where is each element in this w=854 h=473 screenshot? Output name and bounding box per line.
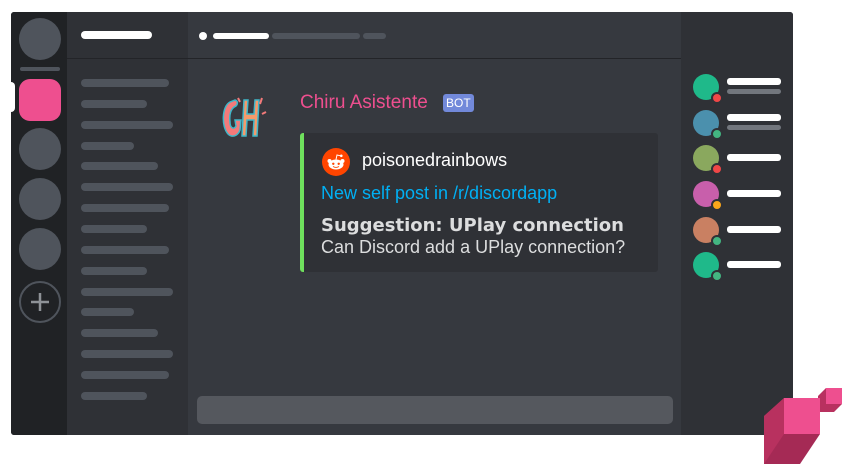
channel-topic-placeholder <box>363 33 386 39</box>
reddit-embed: poisonedrainbows New self post in /r/dis… <box>300 133 658 272</box>
message-input[interactable] <box>197 396 673 424</box>
server-header[interactable] <box>67 12 188 59</box>
server-name-placeholder <box>81 31 152 39</box>
plus-icon <box>31 293 49 311</box>
embed-description: Can Discord add a UPlay connection? <box>321 237 626 257</box>
member-list <box>681 12 793 435</box>
channel-item[interactable] <box>81 79 169 87</box>
channel-item[interactable] <box>81 329 158 337</box>
decorative-cubes-icon <box>764 388 842 464</box>
member-name-placeholder <box>727 226 781 233</box>
status-dnd-icon <box>711 163 723 175</box>
channel-item[interactable] <box>81 246 169 254</box>
bot-avatar[interactable] <box>218 90 272 144</box>
channel-topic-placeholder <box>272 33 360 39</box>
channel-item[interactable] <box>81 204 169 212</box>
member-name-placeholder <box>727 114 781 121</box>
status-dnd-icon <box>711 92 723 104</box>
member-activity-placeholder <box>727 89 781 94</box>
message-username[interactable]: Chiru Asistente <box>300 92 428 114</box>
discord-window: Chiru Asistente BOT poisonedrainbows New… <box>11 12 793 435</box>
active-server-indicator <box>11 82 15 112</box>
channel-header <box>188 12 681 59</box>
member-name-placeholder <box>727 154 781 161</box>
member-name-placeholder <box>727 261 781 268</box>
channel-item[interactable] <box>81 392 147 400</box>
channel-item[interactable] <box>81 288 173 296</box>
channel-item[interactable] <box>81 142 134 150</box>
server-icon-home[interactable] <box>19 18 61 60</box>
channel-item[interactable] <box>81 183 173 191</box>
member-name-placeholder <box>727 190 781 197</box>
bot-badge: BOT <box>443 94 474 112</box>
add-server-icon[interactable] <box>19 281 61 323</box>
embed-title: Suggestion: UPlay connection <box>321 215 624 236</box>
reddit-icon <box>322 148 350 176</box>
channel-item[interactable] <box>81 350 173 358</box>
channel-item[interactable] <box>81 100 147 108</box>
embed-link[interactable]: New self post in /r/discordapp <box>321 183 557 204</box>
member-activity-placeholder <box>727 125 781 130</box>
channel-hash-dot <box>199 32 207 40</box>
channel-item[interactable] <box>81 267 147 275</box>
channel-item[interactable] <box>81 121 173 129</box>
channel-item[interactable] <box>81 308 134 316</box>
channel-name-placeholder <box>213 33 269 39</box>
server-icon-active[interactable] <box>19 79 61 121</box>
status-online-icon <box>711 235 723 247</box>
status-idle-icon <box>711 199 723 211</box>
server-icon[interactable] <box>19 178 61 220</box>
server-list <box>11 12 67 435</box>
server-icon[interactable] <box>19 228 61 270</box>
channel-item[interactable] <box>81 225 147 233</box>
chat-area: Chiru Asistente BOT poisonedrainbows New… <box>188 12 681 435</box>
status-online-icon <box>711 128 723 140</box>
server-icon[interactable] <box>19 128 61 170</box>
embed-author[interactable]: poisonedrainbows <box>362 150 507 171</box>
channel-item[interactable] <box>81 371 169 379</box>
member-name-placeholder <box>727 78 781 85</box>
status-online-icon <box>711 270 723 282</box>
channel-item[interactable] <box>81 162 158 170</box>
channel-list <box>67 12 188 435</box>
server-list-divider <box>20 67 60 71</box>
